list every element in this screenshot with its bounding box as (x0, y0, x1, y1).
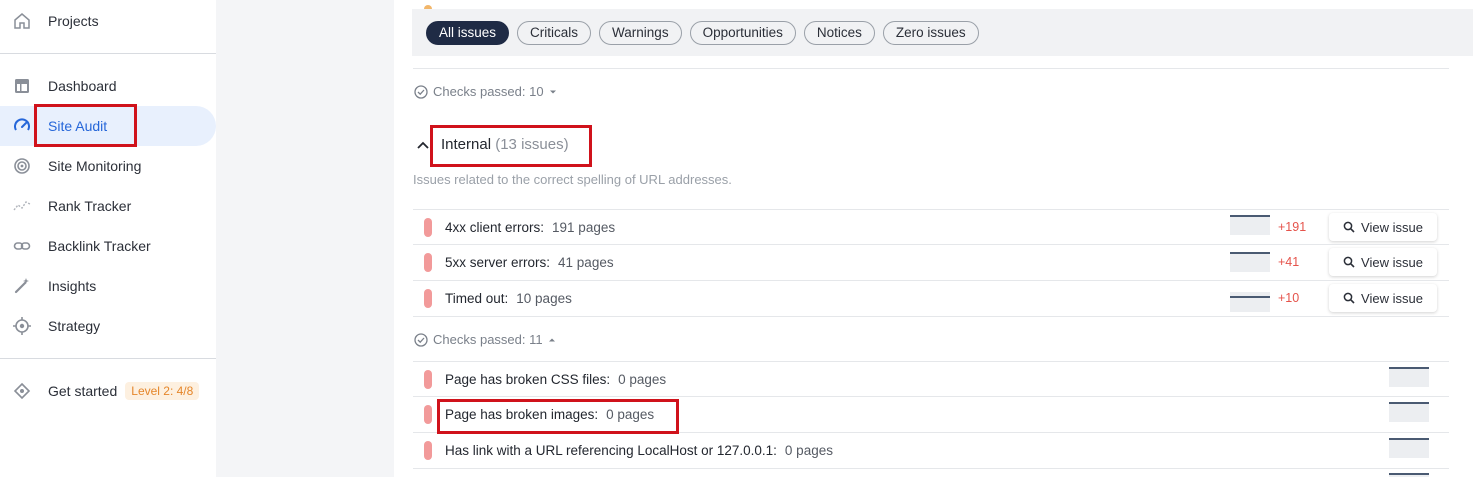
section-issue-count: (13 issues) (495, 136, 569, 153)
sidebar-item-site-audit[interactable]: Site Audit (0, 106, 216, 146)
checks-passed-toggle[interactable]: Checks passed: 11 (414, 332, 556, 347)
check-pages: 0 pages (784, 443, 833, 458)
trend-sparkline (1389, 473, 1429, 477)
sidebar-item-label: Backlink Tracker (48, 238, 151, 254)
sidebar-item-backlink-tracker[interactable]: Backlink Tracker (0, 226, 216, 266)
sidebar-item-label: Insights (48, 278, 97, 294)
row-divider (413, 68, 1449, 69)
trend-sparkline (1389, 438, 1429, 458)
check-pages: 0 pages (618, 372, 667, 387)
issue-delta: +10 (1278, 291, 1300, 305)
filter-opportunities[interactable]: Opportunities (689, 20, 796, 45)
issue-pages: 191 pages (552, 220, 616, 235)
sidebar-item-label: Strategy (48, 318, 101, 334)
critical-severity-marker (424, 289, 432, 308)
filter-warnings[interactable]: Warnings (599, 20, 682, 45)
checks-passed-toggle[interactable]: Checks passed: 10 (414, 84, 557, 99)
sidebar-item-insights[interactable]: Insights (0, 266, 216, 306)
sidebar-item-label: Site Monitoring (48, 158, 142, 174)
sidebar-item-dashboard[interactable]: Dashboard (0, 66, 216, 106)
table-icon (12, 76, 32, 96)
sidebar-item-label: Site Audit (48, 118, 108, 134)
check-label: Page has broken CSS files: (445, 372, 611, 387)
page-gutter (216, 0, 224, 477)
sidebar-item-get-started[interactable]: Get started Level 2: 4/8 (0, 371, 216, 411)
issue-delta: +191 (1278, 220, 1307, 234)
issue-label: 5xx server errors: (445, 255, 551, 270)
trend-sparkline (1230, 215, 1270, 235)
trend-sparkline (1389, 367, 1429, 387)
caret-up-icon (548, 338, 555, 341)
trend-sparkline (1389, 402, 1429, 422)
diamond-icon (12, 381, 32, 401)
magic-wand-icon (12, 276, 32, 296)
issue-pages: 10 pages (516, 291, 572, 306)
gauge-icon (12, 116, 32, 136)
check-label: Has link with a URL referencing LocalHos… (445, 443, 777, 458)
passed-check-row[interactable]: Has link with a URL referencing LocalHos… (413, 433, 1449, 468)
filter-criticals[interactable]: Criticals (517, 20, 592, 45)
filter-zero-issues[interactable]: Zero issues (882, 20, 979, 45)
collapse-chevron-icon[interactable] (416, 138, 430, 152)
checks-passed-label: Checks passed: 11 (433, 332, 543, 347)
sidebar-item-label: Dashboard (48, 78, 117, 94)
passed-check-row[interactable]: Page has broken images: 0 pages (413, 397, 1449, 432)
critical-severity-marker (424, 441, 432, 460)
check-circle-icon (414, 332, 428, 347)
sidebar-divider (0, 358, 216, 359)
critical-severity-marker (424, 253, 432, 272)
critical-severity-marker (424, 370, 432, 389)
level-badge: Level 2: 4/8 (125, 382, 200, 400)
sidebar-item-label: Rank Tracker (48, 198, 132, 214)
radar-icon (12, 156, 32, 176)
sidebar-divider (0, 53, 216, 54)
issue-label: Timed out: (445, 291, 509, 306)
view-issue-button[interactable]: View issue (1329, 284, 1437, 312)
section-name: Internal (441, 136, 492, 153)
issue-filter-bar: All issues Criticals Warnings Opportunit… (412, 9, 1473, 56)
page-gutter (224, 0, 394, 477)
sidebar-item-label: Get started (48, 383, 118, 399)
view-issue-label: View issue (1361, 254, 1423, 270)
critical-severity-marker (424, 218, 432, 237)
search-icon (1343, 221, 1355, 233)
search-icon (1343, 256, 1355, 268)
row-divider (413, 316, 1449, 317)
section-title: Internal (13 issues) (441, 136, 569, 153)
checks-passed-label: Checks passed: 10 (433, 84, 544, 99)
section-description: Issues related to the correct spelling o… (413, 172, 732, 187)
target-icon (12, 316, 32, 336)
sidebar: Projects Dashboard Site Audit Site Monit… (0, 0, 216, 477)
home-icon (12, 11, 32, 31)
search-icon (1343, 292, 1355, 304)
trend-sparkline (1230, 252, 1270, 272)
filter-notices[interactable]: Notices (803, 20, 875, 45)
filter-all-issues[interactable]: All issues (426, 20, 510, 45)
critical-severity-marker (424, 405, 432, 424)
issue-label: 4xx client errors: (445, 220, 545, 235)
sidebar-item-site-monitoring[interactable]: Site Monitoring (0, 146, 216, 186)
view-issue-button[interactable]: View issue (1329, 248, 1437, 276)
sidebar-item-label: Projects (48, 13, 99, 29)
check-pages: 0 pages (606, 407, 655, 422)
sidebar-item-projects[interactable]: Projects (0, 1, 216, 41)
row-divider (413, 468, 1449, 469)
sidebar-item-strategy[interactable]: Strategy (0, 306, 216, 346)
trend-sparkline (1230, 292, 1270, 312)
view-issue-label: View issue (1361, 219, 1423, 235)
passed-check-row[interactable]: Page has broken CSS files: 0 pages (413, 362, 1449, 397)
link-icon (12, 236, 32, 256)
trend-icon (12, 196, 32, 216)
issue-pages: 41 pages (558, 255, 614, 270)
caret-down-icon (549, 90, 556, 93)
view-issue-button[interactable]: View issue (1329, 213, 1437, 241)
check-circle-icon (414, 84, 428, 99)
view-issue-label: View issue (1361, 290, 1423, 306)
check-label: Page has broken images: (445, 407, 599, 422)
issue-delta: +41 (1278, 255, 1300, 269)
sidebar-item-rank-tracker[interactable]: Rank Tracker (0, 186, 216, 226)
